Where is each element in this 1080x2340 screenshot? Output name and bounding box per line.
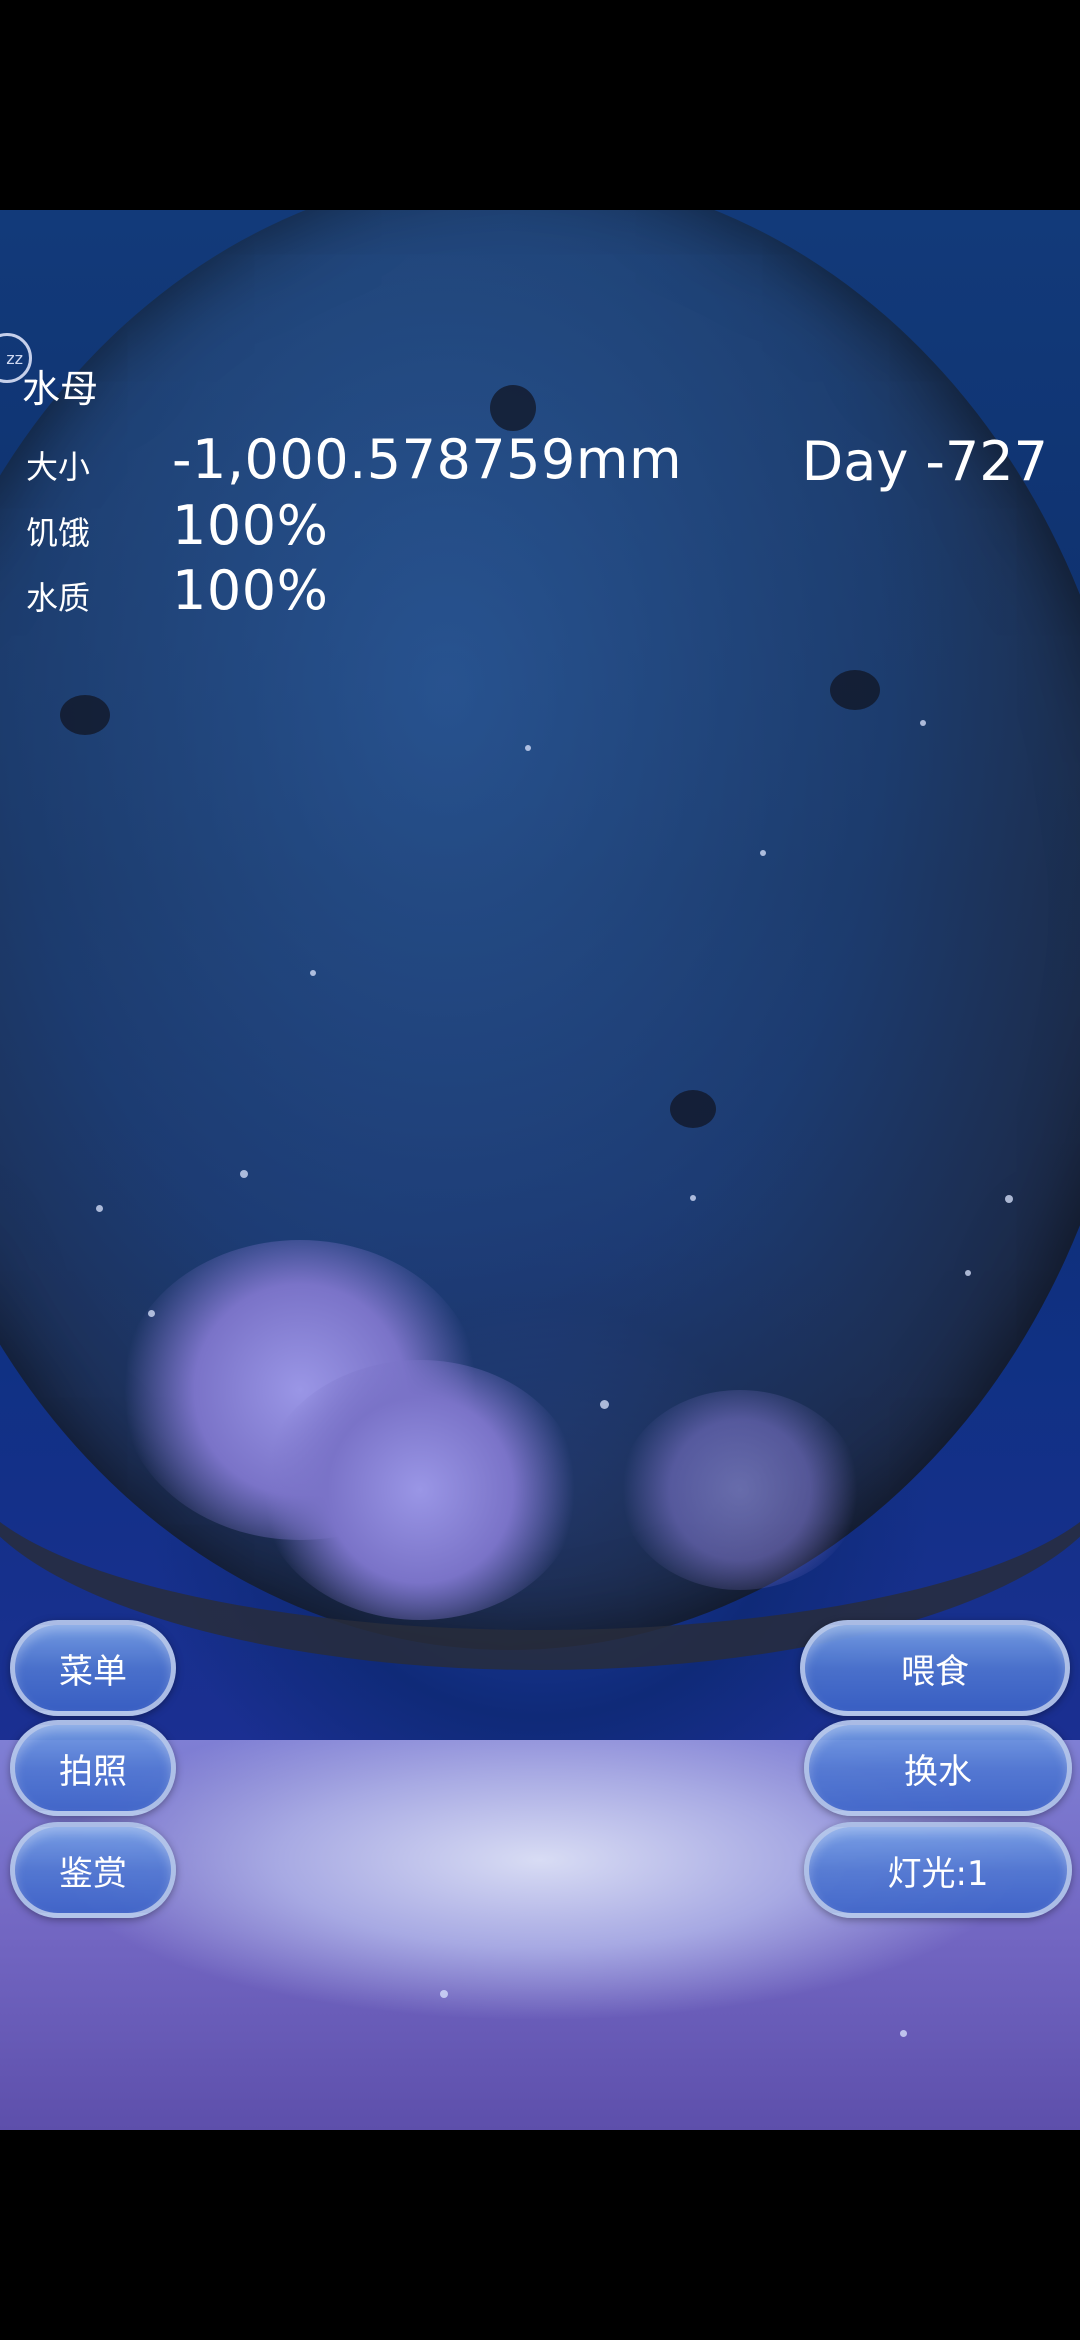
bubble bbox=[1005, 1195, 1013, 1203]
bubble bbox=[148, 1310, 155, 1317]
bubble bbox=[965, 1270, 971, 1276]
bubble bbox=[760, 850, 766, 856]
bubble bbox=[525, 745, 531, 751]
bottom-letterbox bbox=[0, 2130, 1080, 2340]
bubble bbox=[690, 1195, 696, 1201]
feed-button[interactable]: 喂食 bbox=[800, 1620, 1070, 1716]
top-letterbox bbox=[0, 0, 1080, 210]
photo-button[interactable]: 拍照 bbox=[10, 1720, 176, 1816]
appreciate-button[interactable]: 鉴赏 bbox=[10, 1822, 176, 1918]
light-button[interactable]: 灯光:1 bbox=[804, 1822, 1072, 1918]
bubble bbox=[240, 1170, 248, 1178]
creature-name: 水母 bbox=[22, 367, 99, 411]
coral bbox=[620, 1390, 860, 1590]
coral bbox=[260, 1360, 580, 1620]
hunger-label: 饥饿 bbox=[26, 514, 91, 552]
bubble bbox=[440, 1990, 448, 1998]
size-label: 大小 bbox=[26, 448, 91, 486]
spot bbox=[60, 695, 110, 735]
hunger-value: 100% bbox=[172, 494, 329, 557]
change-water-button[interactable]: 换水 bbox=[804, 1720, 1072, 1816]
size-value: -1,000.578759mm bbox=[172, 428, 683, 491]
bubble bbox=[920, 720, 926, 726]
water-quality-value: 100% bbox=[172, 559, 329, 622]
bubble bbox=[900, 2030, 907, 2037]
day-counter: Day -727 bbox=[801, 430, 1048, 493]
spot bbox=[830, 670, 880, 710]
bubble bbox=[96, 1205, 103, 1212]
spot bbox=[670, 1090, 716, 1128]
water-quality-label: 水质 bbox=[26, 579, 91, 617]
sleep-icon-text: zz bbox=[6, 348, 23, 368]
spot bbox=[490, 385, 536, 431]
bubble bbox=[600, 1400, 609, 1409]
menu-button[interactable]: 菜单 bbox=[10, 1620, 176, 1716]
bubble bbox=[310, 970, 316, 976]
